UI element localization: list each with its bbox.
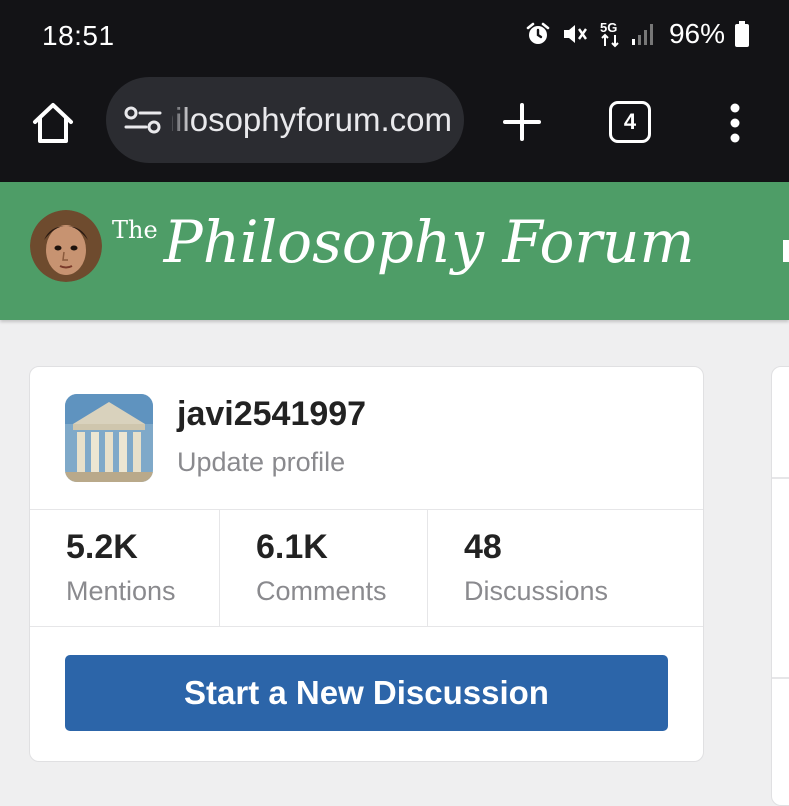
site-settings-icon[interactable] [124, 105, 162, 135]
stat-label: Discussions [464, 576, 609, 606]
tab-switcher-icon[interactable]: 4 [609, 101, 651, 143]
username[interactable]: javi2541997 [177, 395, 366, 434]
home-icon[interactable] [30, 100, 76, 146]
update-profile-link[interactable]: Update profile [177, 447, 345, 478]
profile-card: javi2541997 Update profile 5.2K Mentions… [29, 366, 704, 762]
stats-row: 5.2K Mentions 6.1K Comments 48 Discussio… [30, 509, 703, 627]
browser-toolbar: philosophyforum.com 4 [0, 72, 789, 182]
battery-icon [735, 21, 749, 47]
more-vert-icon[interactable] [720, 100, 750, 146]
side-panel-card [771, 366, 789, 806]
stat-label: Comments [256, 576, 387, 606]
alarm-icon [525, 21, 551, 47]
status-bar: 18:51 5G 96% [0, 0, 789, 72]
avatar[interactable] [65, 394, 153, 482]
address-bar[interactable]: philosophyforum.com [106, 77, 464, 163]
site-header: The Philosophy Forum [0, 182, 789, 320]
site-title[interactable]: The Philosophy Forum [112, 208, 695, 276]
side-divider [772, 677, 789, 679]
mute-icon [561, 21, 589, 47]
stat-value: 5.2K [66, 528, 138, 566]
header-menu-edge[interactable] [783, 240, 789, 262]
url-text[interactable]: philosophyforum.com [172, 101, 452, 139]
site-title-text: Philosophy Forum [163, 208, 695, 276]
site-logo[interactable] [30, 210, 102, 282]
network-label: 5G [600, 20, 617, 35]
side-divider [772, 477, 789, 479]
stat-discussions[interactable]: 48 Discussions [428, 510, 703, 626]
status-icons: 5G 96% [525, 18, 749, 50]
site-title-prefix: The [112, 216, 158, 244]
stat-value: 48 [464, 528, 502, 566]
stat-value: 6.1K [256, 528, 328, 566]
plus-icon[interactable] [500, 100, 544, 144]
stat-label: Mentions [66, 576, 176, 606]
signal-icon [631, 22, 655, 46]
battery-percent: 96% [668, 18, 725, 49]
stat-mentions[interactable]: 5.2K Mentions [30, 510, 220, 626]
start-new-discussion-button[interactable]: Start a New Discussion [65, 655, 668, 731]
status-time: 18:51 [42, 20, 115, 51]
stat-comments[interactable]: 6.1K Comments [220, 510, 428, 626]
url-fade [168, 77, 192, 163]
5g-icon: 5G [599, 19, 621, 49]
